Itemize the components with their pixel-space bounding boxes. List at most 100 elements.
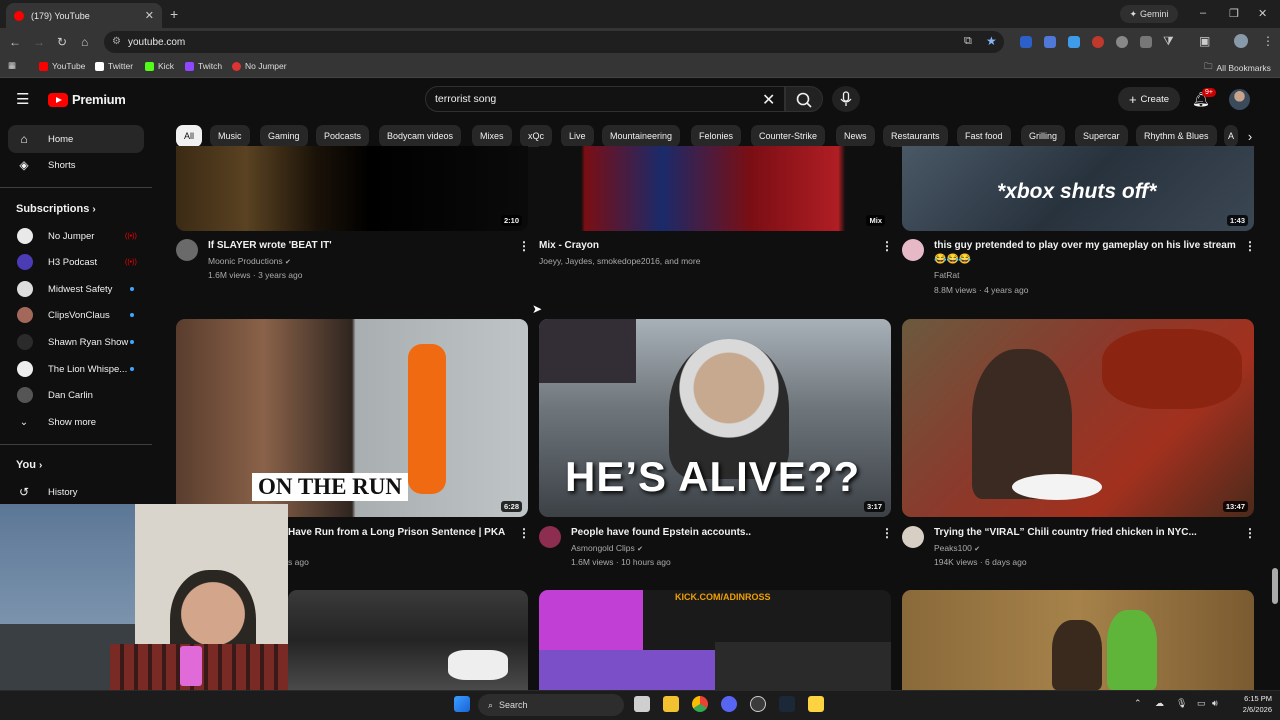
gemini-button[interactable]: ✦ Gemini [1120, 5, 1178, 23]
sidebar-item-home[interactable]: ⌂ Home [8, 125, 144, 153]
chip-news[interactable]: News [836, 125, 875, 147]
task-view-icon[interactable] [634, 696, 650, 712]
extension-icon[interactable] [1140, 36, 1152, 48]
search-input[interactable]: terrorist song [425, 86, 785, 112]
channel-name[interactable]: Joeyy, Jaydes, smokedope2016, and more [539, 256, 700, 266]
you-heading[interactable]: You › [16, 459, 42, 471]
new-tab-icon[interactable]: + [170, 6, 178, 22]
channel-name[interactable]: Asmongold Clips ✔ [571, 543, 643, 553]
sidebar-item-shorts[interactable]: ◈ Shorts [8, 151, 144, 179]
account-avatar[interactable] [1229, 89, 1250, 110]
home-icon[interactable]: ⌂ [81, 35, 88, 49]
video-title[interactable]: Have Run from a Long Prison Sentence | P… [288, 527, 505, 538]
chip-gaming[interactable]: Gaming [260, 125, 308, 147]
video-thumbnail[interactable]: *xbox shuts off* 1:43 [902, 146, 1254, 231]
chip-bodycam-videos[interactable]: Bodycam videos [379, 125, 462, 147]
chip-music[interactable]: Music [210, 125, 250, 147]
clear-search-icon[interactable]: ✕ [762, 90, 775, 110]
reload-icon[interactable]: ↻ [57, 35, 67, 49]
more-options-icon[interactable]: ⋮ [518, 239, 530, 253]
bookmark-twitter[interactable]: Twitter [95, 61, 133, 71]
more-options-icon[interactable]: ⋮ [881, 239, 893, 253]
sidebar-sub-h3-podcast[interactable]: H3 Podcast ((•)) [8, 248, 144, 276]
windows-start-icon[interactable] [454, 696, 470, 712]
bookmark-twitch[interactable]: Twitch [185, 61, 222, 71]
file-explorer-icon[interactable] [663, 696, 679, 712]
taskbar-clock[interactable]: 6:15 PM 2/6/2026 [1226, 693, 1272, 715]
apps-grid-icon[interactable]: ▦ [8, 60, 16, 71]
more-options-icon[interactable]: ⋮ [518, 526, 530, 540]
more-options-icon[interactable]: ⋮ [1244, 526, 1256, 540]
discord-icon[interactable] [721, 696, 737, 712]
address-bar[interactable]: ⚙ youtube.com [104, 31, 1004, 53]
tray-chevron-icon[interactable]: ⌃ [1134, 698, 1142, 709]
extension-icon[interactable] [1092, 36, 1104, 48]
channel-name[interactable]: FatRat [934, 270, 960, 280]
sidebar-sub-midwest-safety[interactable]: Midwest Safety [8, 275, 144, 303]
app-icon[interactable] [808, 696, 824, 712]
channel-avatar[interactable] [902, 239, 924, 261]
back-icon[interactable]: ← [9, 35, 21, 49]
video-thumbnail[interactable]: ON THE RUN 6:28 [176, 319, 528, 517]
close-window-icon[interactable]: ✕ [1258, 7, 1267, 20]
youtube-logo[interactable]: Premium [48, 92, 126, 107]
channel-name[interactable]: Peaks100 ✔ [934, 543, 980, 553]
video-thumbnail[interactable]: Mix [539, 146, 891, 231]
chip-grilling[interactable]: Grilling [1021, 125, 1066, 147]
maximize-icon[interactable]: ❐ [1229, 7, 1239, 20]
channel-avatar[interactable] [539, 526, 561, 548]
sidebar-show-more[interactable]: ⌄ Show more [8, 408, 144, 436]
chip-mixes[interactable]: Mixes [472, 125, 512, 147]
chip-restaurants[interactable]: Restaurants [883, 125, 948, 147]
chip-rhythm-blues[interactable]: Rhythm & Blues [1136, 125, 1217, 147]
bookmark-kick[interactable]: Kick [145, 61, 174, 71]
more-options-icon[interactable]: ⋮ [1244, 239, 1256, 253]
bookmark-star-icon[interactable]: ★ [986, 34, 997, 48]
video-title[interactable]: If SLAYER wrote 'BEAT IT' [208, 240, 332, 251]
taskbar-search[interactable]: ⌕ Search [478, 694, 624, 716]
scrollbar-thumb[interactable] [1272, 568, 1278, 604]
extension-icon[interactable] [1020, 36, 1032, 48]
channel-avatar[interactable] [176, 239, 198, 261]
channel-name[interactable]: Moonic Productions ✔ [208, 256, 291, 266]
video-title[interactable]: People have found Epstein accounts.. [571, 527, 751, 538]
hamburger-menu-icon[interactable]: ☰ [16, 90, 29, 108]
video-thumbnail[interactable]: 2:10 [176, 146, 528, 231]
sidebar-sub-clipsvonclaus[interactable]: ClipsVonClaus [8, 301, 144, 329]
minimize-icon[interactable]: – [1200, 7, 1206, 19]
chip-xqc[interactable]: xQc [520, 125, 553, 147]
steam-icon[interactable] [779, 696, 795, 712]
chip-fast-food[interactable]: Fast food [957, 125, 1011, 147]
chip-podcasts[interactable]: Podcasts [316, 125, 370, 147]
obs-icon[interactable] [750, 696, 766, 712]
sidebar-sub-dan-carlin[interactable]: Dan Carlin [8, 381, 144, 409]
bookmark-no-jumper[interactable]: No Jumper [232, 61, 287, 71]
network-icon[interactable]: ▭ [1197, 698, 1206, 709]
chip-supercar[interactable]: Supercar [1075, 125, 1128, 147]
site-info-icon[interactable]: ⚙ [112, 36, 121, 47]
volume-icon[interactable]: 🔊︎ [1212, 698, 1218, 709]
chip-mountaineering[interactable]: Mountaineering [602, 125, 681, 147]
all-bookmarks[interactable]: 🗀 All Bookmarks [1204, 61, 1271, 75]
close-tab-icon[interactable]: ✕ [145, 9, 154, 22]
browser-tab[interactable]: (179) YouTube ✕ [6, 3, 162, 28]
chip-counter-strike[interactable]: Counter-Strike [751, 125, 826, 147]
scrollbar-track[interactable] [1270, 152, 1278, 688]
extension-icon[interactable] [1044, 36, 1056, 48]
video-thumbnail[interactable] [902, 590, 1254, 690]
video-thumbnail[interactable]: KICK.COM/ADINROSS [539, 590, 891, 690]
video-thumbnail[interactable] [288, 590, 528, 690]
video-title[interactable]: Trying the “VIRAL” Chili country fried c… [934, 527, 1197, 538]
more-options-icon[interactable]: ⋮ [881, 526, 893, 540]
extensions-puzzle-icon[interactable]: ⧩ [1163, 34, 1174, 49]
voice-search-button[interactable] [832, 86, 860, 112]
sidebar-sub-lion-whisperer[interactable]: The Lion Whispe... [8, 355, 144, 383]
chip-partial[interactable]: A [1224, 125, 1239, 147]
chrome-menu-icon[interactable]: ⋮ [1262, 34, 1274, 48]
extension-icon[interactable] [1068, 36, 1080, 48]
tray-mic-icon[interactable]: 🎙︎ [1176, 698, 1187, 709]
sidebar-sub-no-jumper[interactable]: No Jumper ((•)) [8, 222, 144, 250]
tray-app-icon[interactable]: ☁ [1155, 698, 1164, 709]
create-button[interactable]: + Create [1118, 87, 1180, 111]
bookmark-youtube[interactable]: YouTube [39, 61, 85, 71]
